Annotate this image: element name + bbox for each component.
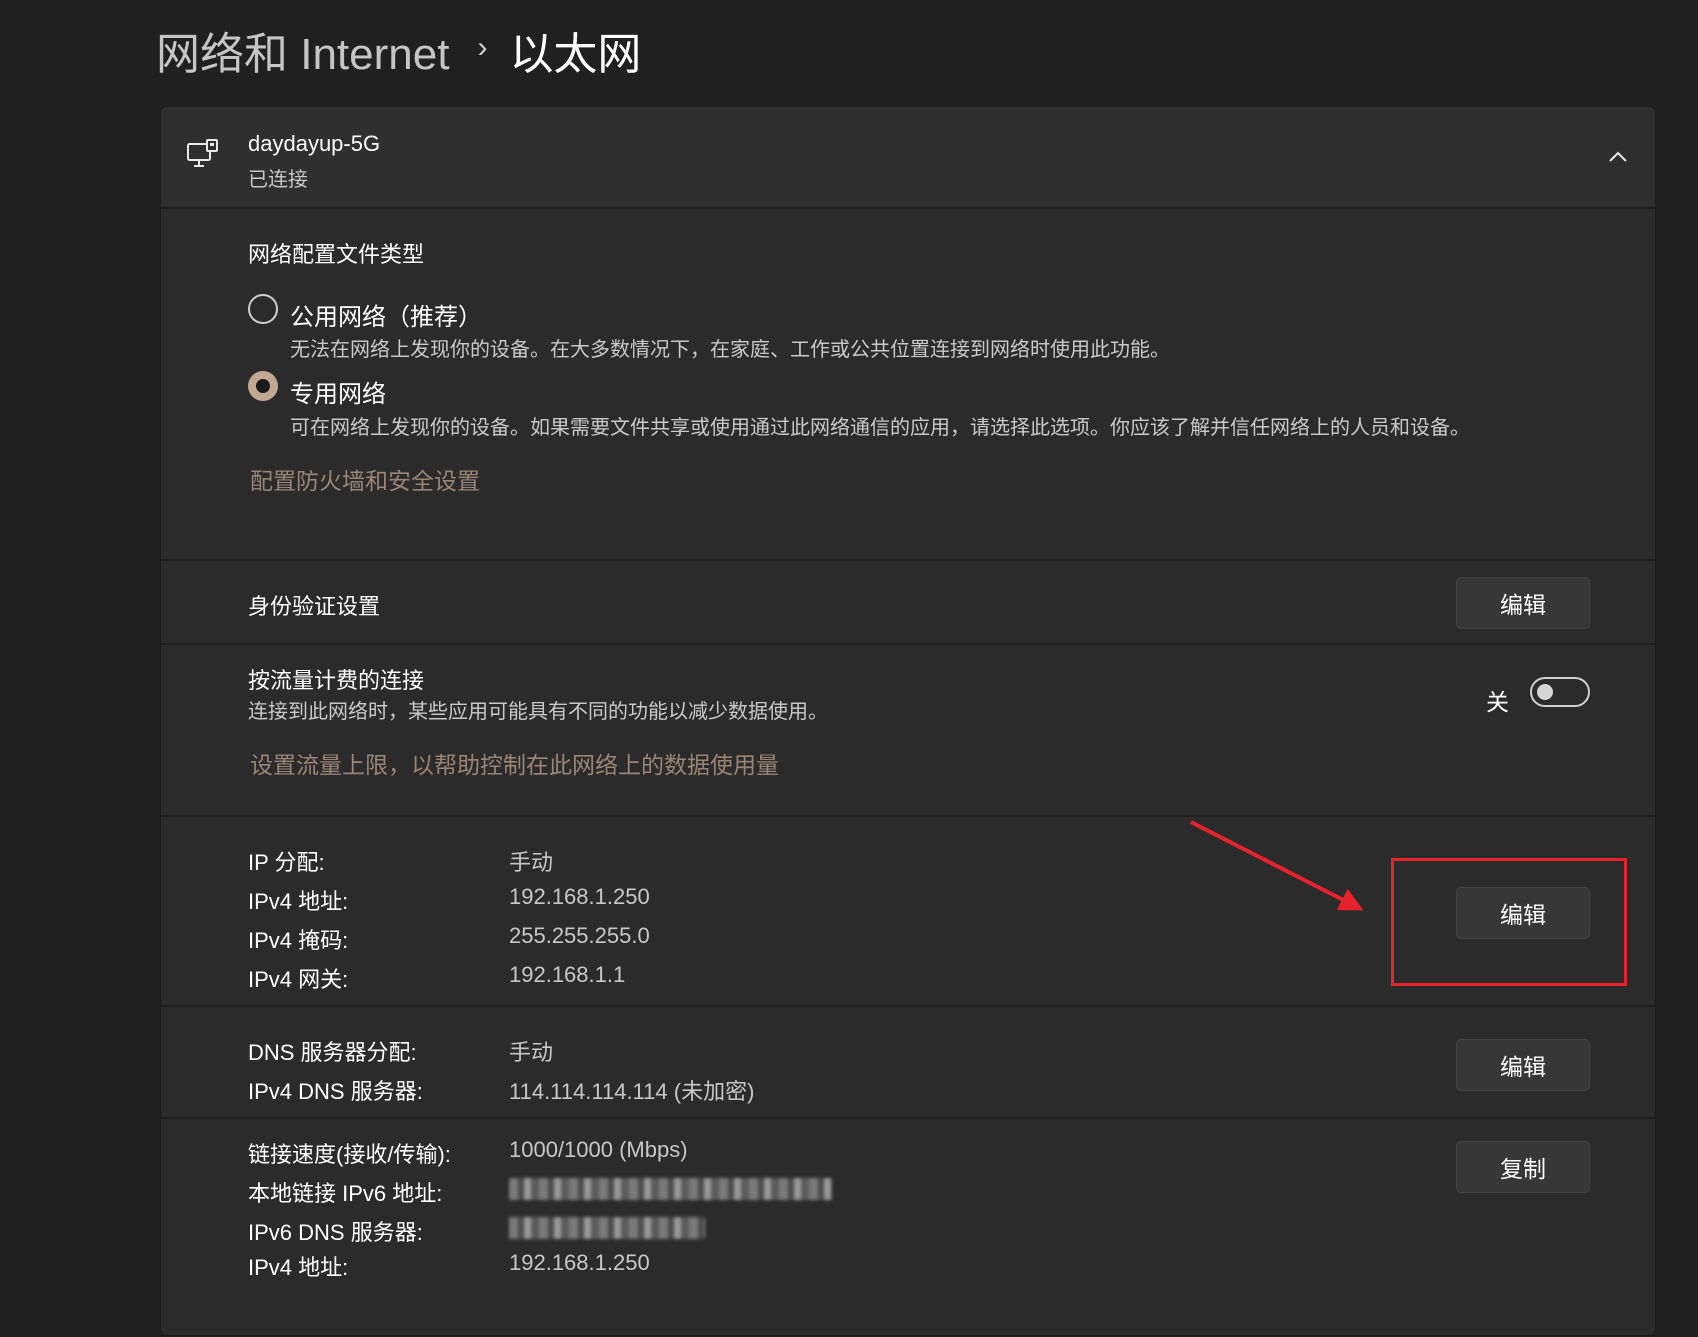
dns-edit-button[interactable]: 编辑 — [1456, 1039, 1590, 1091]
collapse-button[interactable] — [1603, 142, 1633, 172]
breadcrumb-separator: › — [477, 31, 488, 64]
connection-properties-section: 链接速度(接收/传输): 1000/1000 (Mbps) 本地链接 IPv6 … — [161, 1119, 1655, 1337]
metered-toggle[interactable] — [1530, 677, 1590, 707]
ip-assignment-key: IP 分配: — [248, 850, 325, 875]
dns-assignment-key: DNS 服务器分配: — [248, 1040, 417, 1065]
breadcrumb: 网络和 Internet › 以太网 — [156, 18, 641, 82]
metered-connection-description: 连接到此网络时，某些应用可能具有不同的功能以减少数据使用。 — [248, 701, 828, 723]
metered-connection-section: 按流量计费的连接 连接到此网络时，某些应用可能具有不同的功能以减少数据使用。 关… — [161, 645, 1655, 817]
private-network-title[interactable]: 专用网络 — [290, 374, 386, 409]
breadcrumb-parent[interactable]: 网络和 Internet — [156, 18, 449, 82]
ipv4-dns-value: 114.114.114.114 (未加密) — [509, 1079, 755, 1104]
properties-ipv4-value: 192.168.1.250 — [509, 1250, 650, 1275]
auth-settings-label: 身份验证设置 — [248, 594, 381, 619]
ipv4-address-value: 192.168.1.250 — [509, 884, 650, 909]
network-card: daydayup-5G 已连接 网络配置文件类型 公用网络（推荐） 无法在网络上… — [160, 106, 1656, 1336]
public-network-description: 无法在网络上发现你的设备。在大多数情况下，在家庭、工作或公共位置连接到网络时使用… — [290, 339, 1170, 361]
firewall-settings-link[interactable]: 配置防火墙和安全设置 — [250, 462, 480, 496]
link-speed-value: 1000/1000 (Mbps) — [509, 1137, 688, 1162]
auth-edit-button[interactable]: 编辑 — [1456, 577, 1590, 629]
annotation-arrow — [1190, 820, 1364, 911]
ipv4-mask-key: IPv4 掩码: — [248, 928, 349, 953]
ipv6-dns-key: IPv6 DNS 服务器: — [248, 1220, 423, 1245]
annotation-highlight-box — [1391, 858, 1627, 986]
public-network-title[interactable]: 公用网络（推荐） — [290, 297, 482, 332]
settings-page: 网络和 Internet › 以太网 daydayup-5G 已连接 网络配置文… — [0, 0, 1698, 1336]
ipv4-dns-key: IPv4 DNS 服务器: — [248, 1079, 423, 1104]
network-profile-section: 网络配置文件类型 公用网络（推荐） 无法在网络上发现你的设备。在大多数情况下，在… — [161, 211, 1655, 561]
ipv4-gateway-key: IPv4 网关: — [248, 967, 349, 992]
metered-connection-label: 按流量计费的连接 — [248, 668, 425, 693]
chevron-up-icon — [1609, 151, 1627, 162]
ipv6-dns-value-redacted — [509, 1217, 705, 1239]
ip-assignment-value: 手动 — [509, 850, 554, 875]
toggle-knob — [1537, 684, 1553, 700]
profile-heading: 网络配置文件类型 — [248, 242, 425, 267]
copy-button[interactable]: 复制 — [1456, 1141, 1590, 1193]
link-speed-key: 链接速度(接收/传输): — [248, 1142, 451, 1167]
radio-public-network[interactable] — [248, 294, 278, 324]
ipv4-gateway-value: 192.168.1.1 — [509, 962, 626, 987]
ipv4-address-key: IPv4 地址: — [248, 889, 349, 914]
ipv6-link-local-value-redacted — [509, 1178, 832, 1200]
properties-ipv4-key: IPv4 地址: — [248, 1255, 349, 1280]
network-name: daydayup-5G — [248, 131, 381, 156]
radio-private-network[interactable] — [248, 371, 278, 401]
data-limit-link[interactable]: 设置流量上限，以帮助控制在此网络上的数据使用量 — [250, 746, 779, 780]
ethernet-monitor-icon — [187, 139, 218, 167]
network-card-header[interactable]: daydayup-5G 已连接 — [161, 107, 1655, 209]
metered-toggle-state: 关 — [1486, 689, 1509, 715]
network-status: 已连接 — [248, 169, 308, 191]
page-title: 以太网 — [509, 30, 642, 79]
auth-settings-section: 身份验证设置 编辑 — [161, 561, 1655, 645]
ipv6-link-local-key: 本地链接 IPv6 地址: — [248, 1181, 443, 1206]
dns-settings-section: DNS 服务器分配: 手动 IPv4 DNS 服务器: 114.114.114.… — [161, 1007, 1655, 1119]
private-network-description: 可在网络上发现你的设备。如果需要文件共享或使用通过此网络通信的应用，请选择此选项… — [290, 417, 1470, 439]
ipv4-mask-value: 255.255.255.0 — [509, 923, 650, 948]
dns-assignment-value: 手动 — [509, 1040, 554, 1065]
